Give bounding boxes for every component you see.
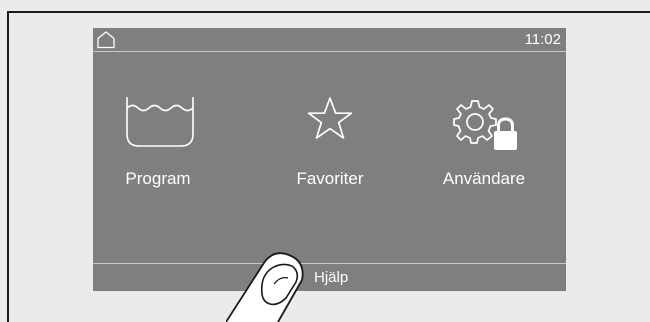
pointing-finger-icon bbox=[226, 252, 304, 322]
favorites-label: Favoriter bbox=[296, 169, 364, 188]
program-tile[interactable]: Program bbox=[93, 94, 223, 199]
program-label: Program bbox=[125, 169, 191, 188]
status-bar: 11:02 bbox=[93, 28, 566, 52]
display-screen: 11:02 Program Favoriter Användare Hjälp bbox=[93, 28, 566, 291]
home-icon[interactable] bbox=[96, 30, 116, 49]
help-label: Hjälp bbox=[314, 269, 349, 286]
star-icon bbox=[307, 97, 353, 139]
favorites-tile[interactable]: Favoriter bbox=[265, 94, 395, 199]
users-label: Användare bbox=[442, 169, 526, 188]
wash-tub-icon bbox=[126, 97, 194, 147]
users-tile[interactable]: Användare bbox=[419, 94, 549, 199]
gear-lock-icon bbox=[453, 100, 517, 150]
help-bar[interactable]: Hjälp bbox=[93, 263, 566, 291]
clock: 11:02 bbox=[524, 31, 561, 48]
